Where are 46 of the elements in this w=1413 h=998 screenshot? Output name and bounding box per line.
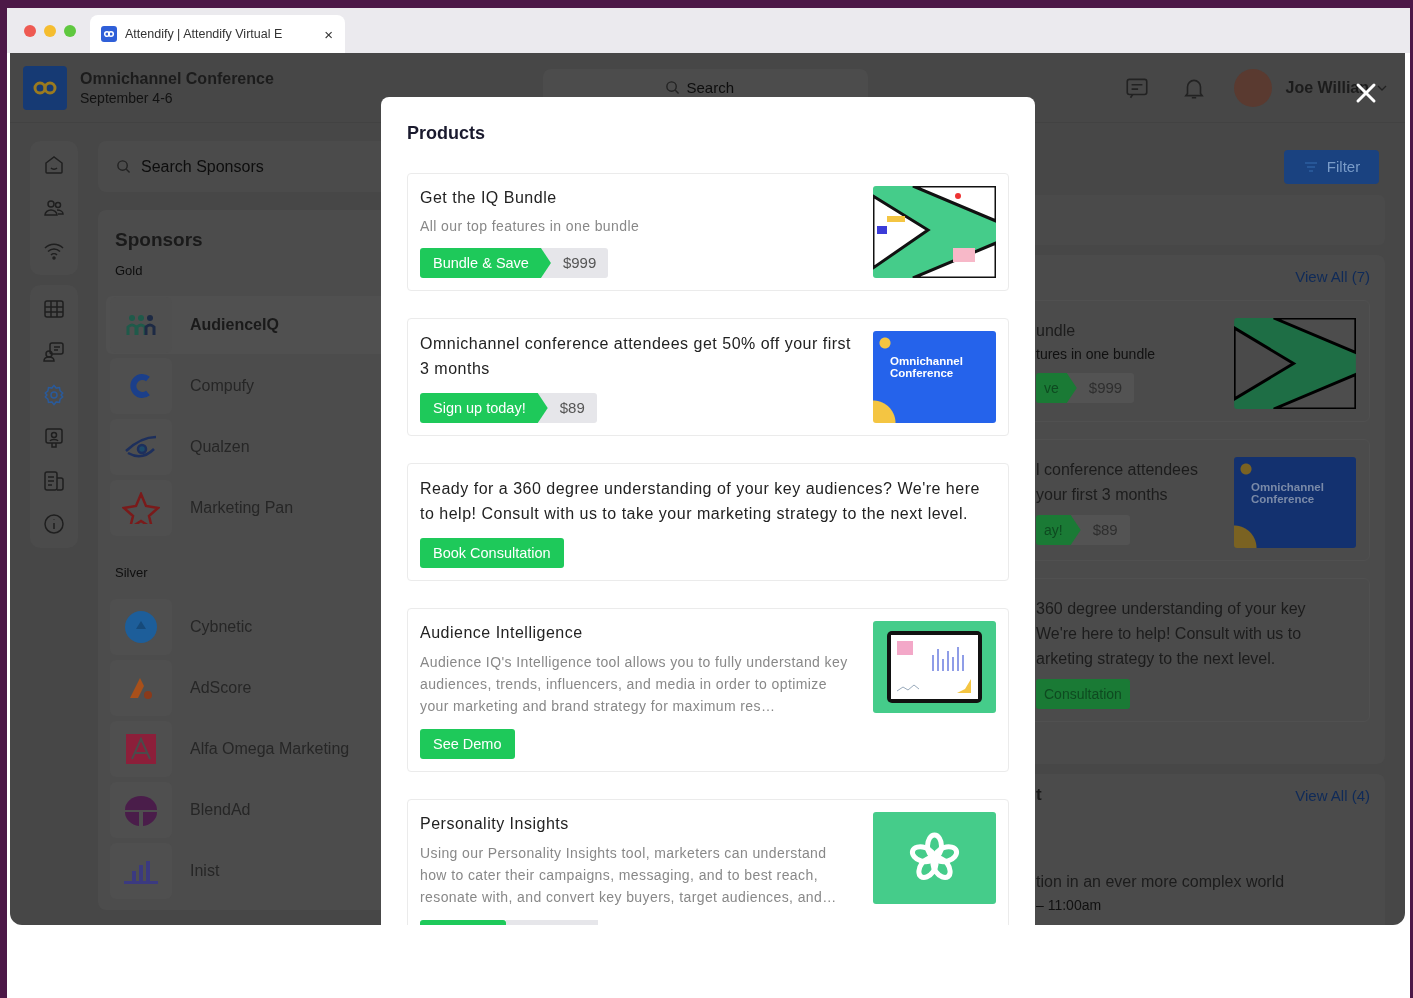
tier-label: Gold xyxy=(115,264,143,278)
badge-icon[interactable] xyxy=(42,426,66,450)
cta-button[interactable]: Book Consultation xyxy=(420,538,564,568)
product-description: Audience IQ's Intelligence tool allows you to fully understand key audiences, trends, influencers, and media in order to optimize your marketing and brand strategy for maximum res… xyxy=(420,653,849,716)
avatar[interactable] xyxy=(1233,68,1272,107)
document-icon[interactable] xyxy=(42,469,66,493)
price-tag: $89 xyxy=(537,393,597,423)
banner-title: Omnichannel Conference xyxy=(890,355,964,379)
session-text: – 11:00am xyxy=(1036,896,1103,915)
view-all-link[interactable]: View All (4) xyxy=(1295,786,1370,804)
product-description: All our top features in one bundle xyxy=(420,217,640,236)
gear-icon[interactable] xyxy=(42,383,66,407)
product-title: Omnichannel conference attendees get 50% off your first 3 months xyxy=(420,334,852,379)
cta-button[interactable]: Bundle & Save xyxy=(420,248,551,278)
search-icon xyxy=(116,159,131,174)
close-window-icon[interactable] xyxy=(24,24,36,37)
home-icon[interactable] xyxy=(42,153,66,177)
product-title: Ready for a 360 degree understanding of your key audiences? We're here to help! Consult with us to take your marketing strategy to the next level. xyxy=(420,479,981,524)
site-logo-icon xyxy=(101,26,117,42)
sponsor-logo xyxy=(122,794,160,826)
browser-tab[interactable]: Attendify | Attendify Virtual E × xyxy=(90,15,345,53)
product-title: Get the IQ Bundle xyxy=(420,188,557,208)
product-description: Using our Personality Insights tool, marketers can understand how to cater their campaigns, messaging, and to best reach, resonate with, and convert key buyers, target audiences, and… xyxy=(420,844,838,907)
banner-title: Omnichannel Conference xyxy=(1251,481,1325,505)
search-icon xyxy=(664,80,680,95)
sponsor-logo xyxy=(122,492,160,524)
sponsor-logo xyxy=(122,611,160,643)
view-all-link[interactable]: View All (7) xyxy=(1295,267,1370,285)
chevron-down-icon[interactable] xyxy=(1377,84,1387,91)
info-icon[interactable] xyxy=(42,512,66,536)
maximize-window-icon[interactable] xyxy=(64,24,76,37)
price-tag: $999 xyxy=(540,248,609,278)
event-logo-icon xyxy=(23,65,67,110)
cta-button[interactable]: Sign up today! xyxy=(420,393,548,423)
product-title: Personality Insights xyxy=(420,814,569,834)
cta-button[interactable]: See Demo xyxy=(420,729,515,759)
minimize-window-icon[interactable] xyxy=(44,24,56,37)
filter-button[interactable]: Filter xyxy=(1284,149,1379,184)
product-text: tures in one bundle xyxy=(1036,345,1156,364)
tab-close-button[interactable]: × xyxy=(324,25,333,43)
dialog-title: Products xyxy=(407,122,486,145)
tab-title: Attendify | Attendify Virtual E xyxy=(125,27,283,41)
table-icon[interactable] xyxy=(42,297,66,321)
tier-label: Silver xyxy=(115,566,148,580)
contact-icon[interactable] xyxy=(42,340,66,364)
product-title: Audience Intelligence xyxy=(420,623,583,643)
